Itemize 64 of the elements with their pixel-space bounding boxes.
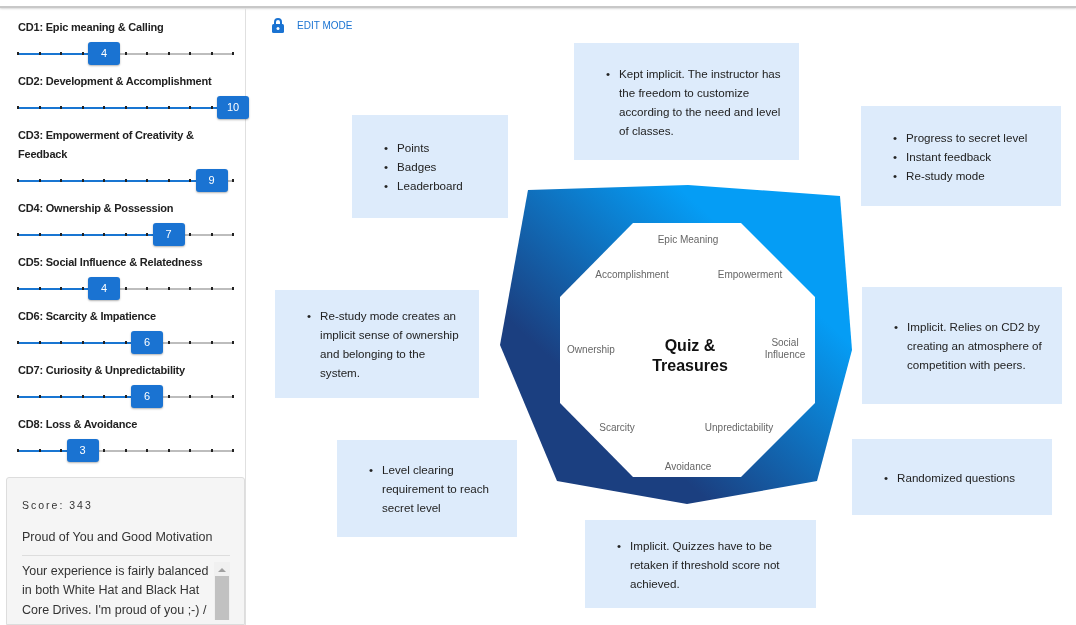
score-description: Your experience is fairly balanced in both White Hat and Black Hat Core Drives. I'm proud of you ;-) / bbox=[22, 562, 210, 619]
drive-label: Empowerment bbox=[717, 269, 783, 280]
slider-thumb[interactable]: 4 bbox=[88, 277, 120, 300]
note-item: Badges bbox=[397, 159, 437, 175]
bullet: • bbox=[893, 167, 898, 184]
scrollbar[interactable] bbox=[214, 561, 230, 620]
score-label: Score: 343 bbox=[22, 498, 94, 513]
drive-label: Epic Meaning bbox=[657, 234, 719, 245]
bullet: • bbox=[894, 319, 899, 335]
slider-track[interactable]: 4 bbox=[18, 277, 250, 301]
slider-track[interactable]: 7 bbox=[18, 223, 250, 247]
note-item: Implicit. Quizzes have to be retaken if threshold score not achieved. bbox=[630, 537, 781, 592]
slider-label: CD7: Curiosity & Unpredictability bbox=[18, 363, 186, 378]
note-item: Implicit. Relies on CD2 by creating an atmosphere of competition with peers. bbox=[907, 319, 1043, 373]
bullet: • bbox=[384, 159, 389, 175]
slider-thumb[interactable]: 7 bbox=[152, 223, 185, 246]
slider-label: CD2: Development & Accomplishment bbox=[18, 74, 213, 89]
slider-thumb[interactable]: 10 bbox=[217, 96, 249, 119]
bullet: • bbox=[617, 537, 622, 554]
note-item: Instant feedback bbox=[906, 148, 992, 165]
bullet: • bbox=[893, 148, 898, 165]
note-item: Randomized questions bbox=[897, 469, 1015, 486]
note-item: Re-study mode creates an implicit sense of ownership and belonging to the system. bbox=[320, 308, 460, 381]
drive-label: Ownership bbox=[567, 344, 615, 355]
slider-thumb[interactable]: 9 bbox=[195, 169, 228, 192]
note-item: Kept implicit. The instructor has the freedom to customize according to the need and level of classes. bbox=[619, 65, 782, 139]
lock-icon[interactable] bbox=[272, 18, 284, 33]
bullet: • bbox=[369, 462, 374, 478]
slider-thumb[interactable]: 6 bbox=[131, 385, 163, 408]
slider-label: CD1: Epic meaning & Calling bbox=[18, 20, 165, 35]
note-item: Progress to secret level bbox=[906, 129, 1028, 146]
bullet: • bbox=[606, 65, 611, 82]
note-item: Re-study mode bbox=[906, 167, 985, 184]
slider-track[interactable]: 9 bbox=[18, 169, 250, 193]
slider-track[interactable]: 3 bbox=[18, 439, 250, 463]
slider-track[interactable]: 4 bbox=[18, 42, 250, 66]
center-title: Quiz & Treasures bbox=[652, 337, 728, 374]
note-item: Level clearing requirement to reach secret level bbox=[382, 462, 491, 516]
bullet: • bbox=[384, 178, 389, 194]
bullet: • bbox=[307, 308, 312, 324]
slider-track[interactable]: 10 bbox=[18, 96, 250, 120]
slider-thumb[interactable]: 6 bbox=[131, 331, 163, 354]
drive-label: Avoidance bbox=[664, 461, 712, 472]
slider-label: CD4: Ownership & Possession bbox=[18, 201, 175, 216]
drive-label: Unpredictability bbox=[704, 422, 774, 433]
bullet: • bbox=[884, 469, 889, 486]
slider-thumb[interactable]: 4 bbox=[88, 42, 120, 65]
drive-label: Accomplishment bbox=[595, 269, 669, 280]
drive-label: Scarcity bbox=[599, 422, 635, 433]
drive-label: Social Influence bbox=[764, 337, 806, 360]
score-title: Proud of You and Good Motivation bbox=[22, 527, 230, 556]
slider-thumb[interactable]: 3 bbox=[66, 439, 99, 462]
slider-track[interactable]: 6 bbox=[18, 331, 250, 355]
bullet: • bbox=[384, 140, 389, 156]
slider-label: CD3: Empowerment of Creativity & Feedback bbox=[18, 128, 195, 162]
bullet: • bbox=[893, 129, 898, 146]
slider-label: CD8: Loss & Avoidance bbox=[18, 417, 139, 432]
slider-label: CD5: Social Influence & Relatedness bbox=[18, 255, 204, 270]
note-item: Leaderboard bbox=[397, 178, 463, 194]
note-item: Points bbox=[397, 140, 430, 156]
slider-label: CD6: Scarcity & Impatience bbox=[18, 309, 157, 324]
slider-track[interactable]: 6 bbox=[18, 385, 250, 409]
edit-mode-button[interactable]: EDIT MODE bbox=[297, 18, 353, 33]
scroll-up-icon[interactable] bbox=[218, 566, 226, 573]
